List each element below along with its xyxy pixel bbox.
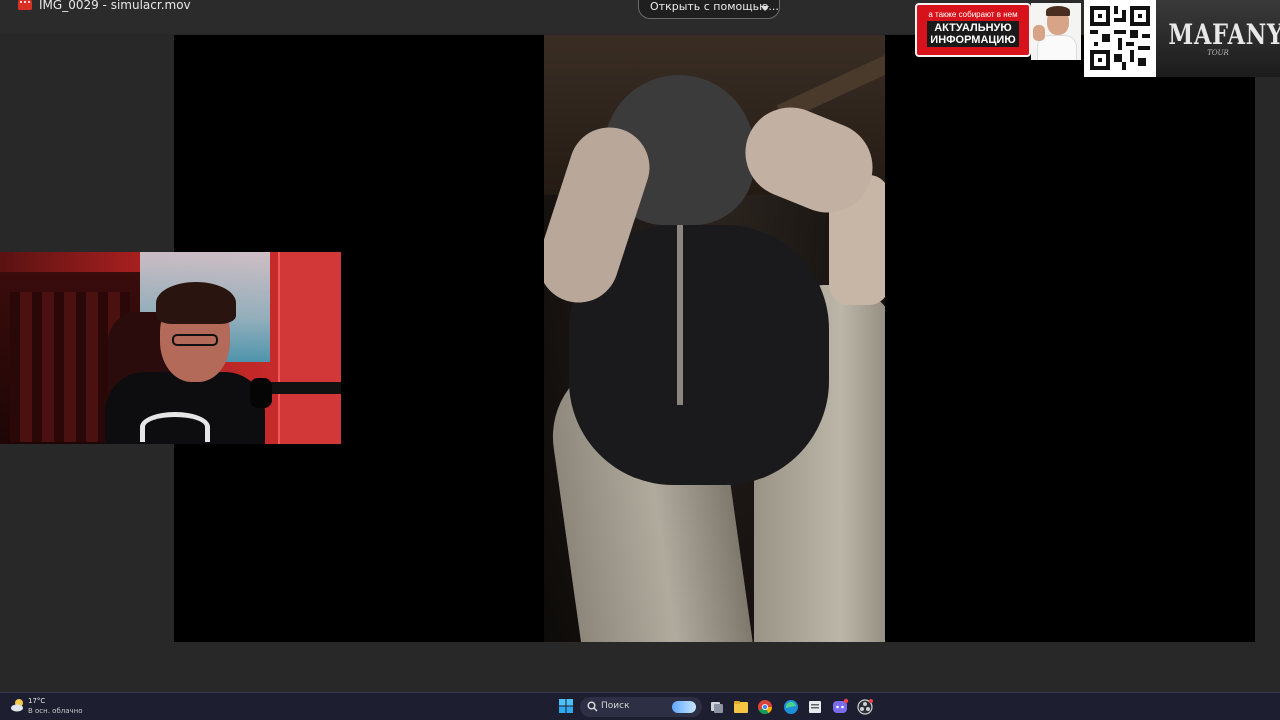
task-view-icon[interactable] <box>708 698 726 716</box>
webcam-person-glasses <box>172 334 218 346</box>
qr-code <box>1084 0 1156 77</box>
chevron-down-icon <box>761 6 769 11</box>
ad-banner: а также собирают в нем АКТУАЛЬНУЮ ИНФОРМ… <box>915 3 1031 57</box>
ad-headline-line-2: ИНФОРМАЦИЮ <box>930 34 1016 46</box>
screen: IMG_0029 - simulacr.mov Открыть с помощь… <box>0 0 1280 720</box>
ad-headline-line-1: АКТУАЛЬНУЮ <box>934 22 1012 34</box>
webcam-door <box>278 252 341 444</box>
search-highlight-icon <box>672 701 696 713</box>
taskbar-search-box[interactable]: Поиск <box>580 697 702 717</box>
tour-title: MAFANYA <box>1168 18 1280 51</box>
cloudy-weather-icon[interactable] <box>10 698 26 712</box>
discord-icon[interactable] <box>831 698 849 716</box>
windows-start-icon[interactable] <box>559 699 573 713</box>
video-frame[interactable] <box>544 35 885 642</box>
open-with-button[interactable]: Открыть с помощью... <box>638 0 780 19</box>
video-person-zipper <box>677 225 683 405</box>
ad-headline: АКТУАЛЬНУЮ ИНФОРМАЦИЮ <box>927 21 1019 47</box>
file-explorer-icon[interactable] <box>732 698 750 716</box>
open-with-label: Открыть с помощью... <box>650 0 779 13</box>
taskbar: 17°C В осн. облачно Поиск <box>0 692 1280 720</box>
weather-temperature[interactable]: 17°C <box>28 697 45 705</box>
ad-person-hair <box>1046 6 1070 16</box>
webcam-shirt-logo <box>140 412 210 442</box>
qr-code-icon <box>1090 6 1150 70</box>
ad-tagline: а также собирают в нем <box>928 10 1018 19</box>
chrome-icon[interactable] <box>756 698 774 716</box>
edge-icon[interactable] <box>782 698 800 716</box>
webcam-overlay <box>0 252 341 444</box>
ad-person-photo <box>1031 3 1081 60</box>
thumbs-up-icon <box>1033 25 1045 41</box>
video-file-icon <box>18 0 32 10</box>
webcam-mic <box>250 378 272 408</box>
obs-icon[interactable] <box>856 698 874 716</box>
webcam-person-hair <box>156 282 236 324</box>
weather-description[interactable]: В осн. облачно <box>28 707 83 715</box>
search-placeholder: Поиск <box>601 701 630 711</box>
tour-poster: MAFANYA TOUR <box>1156 0 1280 77</box>
search-icon <box>587 701 598 712</box>
file-title: IMG_0029 - simulacr.mov <box>39 0 191 12</box>
app-window-icon[interactable] <box>806 698 824 716</box>
